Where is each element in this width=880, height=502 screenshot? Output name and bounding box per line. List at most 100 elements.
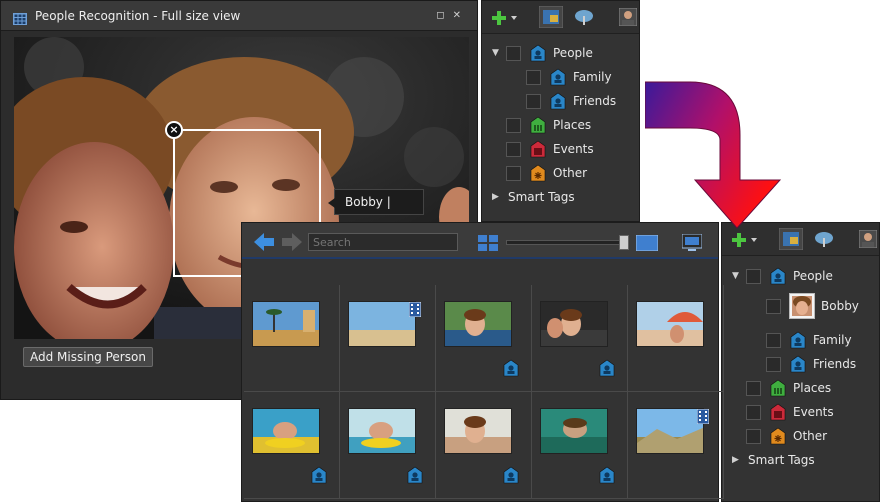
tag-row-friends[interactable]: Friends — [766, 354, 856, 374]
people-tag-icon — [530, 44, 546, 62]
thumbnail-cell[interactable] — [532, 392, 628, 499]
events-tag-icon — [530, 140, 546, 158]
tag-checkbox[interactable] — [746, 428, 761, 444]
smart-tags-label: Smart Tags — [508, 190, 575, 204]
slider-handle[interactable] — [619, 235, 629, 250]
tag-row-family[interactable]: Family — [766, 330, 852, 350]
back-arrow-icon[interactable] — [254, 233, 274, 251]
add-missing-person-button[interactable]: Add Missing Person — [23, 347, 153, 367]
thumbnail-cell[interactable] — [436, 392, 532, 499]
tag-label: Places — [793, 381, 832, 395]
smart-tags-row[interactable]: ▶ Smart Tags — [732, 450, 815, 470]
tag-checkbox[interactable] — [506, 45, 521, 61]
tag-checkbox[interactable] — [746, 268, 761, 284]
collapse-triangle-icon[interactable]: ▶ — [732, 455, 742, 465]
tag-checkbox[interactable] — [766, 332, 781, 348]
places-tag-icon — [770, 379, 786, 397]
people-tag-icon[interactable] — [599, 359, 615, 377]
thumbnail-cell[interactable] — [628, 392, 724, 499]
thumbnail-image[interactable] — [252, 301, 320, 347]
close-icon[interactable]: ✕ — [453, 10, 469, 21]
video-icon — [409, 302, 421, 317]
search-input[interactable] — [308, 233, 458, 251]
grid-view-icon — [13, 13, 27, 25]
window-title-bar[interactable]: People Recognition - Full size view ◻✕ — [1, 1, 477, 31]
people-tag-icon[interactable] — [599, 466, 615, 484]
tag-checkbox[interactable] — [506, 117, 521, 133]
maximize-icon[interactable]: ◻ — [436, 10, 452, 21]
cloud-tag-icon[interactable] — [814, 230, 834, 248]
tag-label: Bobby — [821, 299, 859, 313]
thumbnail-image[interactable] — [540, 408, 608, 454]
thumbnail-cell[interactable] — [436, 285, 532, 392]
tag-row-other[interactable]: Other — [492, 163, 587, 183]
new-tag-icon[interactable] — [492, 10, 518, 26]
forward-arrow-icon[interactable] — [282, 233, 302, 251]
tag-checkbox[interactable] — [746, 404, 761, 420]
tag-label: Other — [553, 166, 588, 180]
tag-row-family[interactable]: Family — [526, 67, 612, 87]
tag-label: Events — [553, 142, 594, 156]
tag-row-places[interactable]: Places — [732, 378, 831, 398]
thumbnail-cell[interactable] — [244, 285, 340, 392]
people-tag-icon[interactable] — [311, 466, 327, 484]
tag-lock-icon[interactable] — [539, 6, 563, 28]
tag-checkbox[interactable] — [746, 380, 761, 396]
tag-row-other[interactable]: Other — [732, 426, 827, 446]
tag-checkbox[interactable] — [506, 165, 521, 181]
tags-toolbar — [482, 1, 639, 34]
person-name-input[interactable]: Bobby | — [328, 189, 424, 215]
thumbnail-grid — [244, 285, 724, 501]
collapse-triangle-icon[interactable]: ▶ — [492, 192, 502, 202]
tag-label: Family — [813, 333, 852, 347]
tag-checkbox[interactable] — [506, 141, 521, 157]
media-browser — [241, 222, 724, 502]
thumbnail-cell[interactable] — [628, 285, 724, 392]
tag-checkbox[interactable] — [526, 69, 541, 85]
thumbnail-size-slider[interactable] — [506, 235, 629, 250]
tag-label: Events — [793, 405, 834, 419]
large-thumbnail-icon[interactable] — [636, 235, 658, 251]
people-tag-icon[interactable] — [503, 466, 519, 484]
expand-triangle-icon[interactable]: ▼ — [492, 48, 502, 58]
person-view-icon[interactable] — [859, 230, 877, 248]
thumbnail-cell[interactable] — [244, 392, 340, 499]
people-tag-icon[interactable] — [503, 359, 519, 377]
new-tag-icon[interactable] — [732, 232, 758, 248]
tag-row-bobby[interactable]: Bobby — [766, 293, 859, 319]
slideshow-icon[interactable] — [682, 234, 702, 252]
thumbnail-image[interactable] — [444, 301, 512, 347]
thumbnail-image[interactable] — [636, 301, 704, 347]
thumbnail-cell[interactable] — [340, 392, 436, 499]
thumbnail-image[interactable] — [348, 408, 416, 454]
thumbnail-image[interactable] — [252, 408, 320, 454]
thumbnail-image[interactable] — [348, 301, 416, 347]
people-tag-icon[interactable] — [407, 466, 423, 484]
tag-row-places[interactable]: Places — [492, 115, 591, 135]
tag-row-events[interactable]: Events — [492, 139, 594, 159]
tag-row-friends[interactable]: Friends — [526, 91, 616, 111]
tag-lock-icon[interactable] — [779, 228, 803, 250]
person-view-icon[interactable] — [619, 8, 637, 26]
tag-checkbox[interactable] — [766, 356, 781, 372]
thumbnail-image[interactable] — [636, 408, 704, 454]
thumbnail-image[interactable] — [444, 408, 512, 454]
smart-tags-row[interactable]: ▶ Smart Tags — [492, 187, 575, 207]
person-tag-icon — [790, 355, 806, 373]
other-tag-icon — [530, 164, 546, 182]
cloud-tag-icon[interactable] — [574, 8, 594, 26]
thumbnail-image[interactable] — [540, 301, 608, 347]
grid-thumbnail-icon[interactable] — [478, 235, 498, 251]
thumbnail-cell[interactable] — [532, 285, 628, 392]
tags-panel-top: ▼ People Family Friends Places Events Other ▶ Sm… — [481, 0, 640, 222]
person-tag-icon — [790, 331, 806, 349]
tag-row-people[interactable]: ▼ People — [732, 266, 833, 286]
thumbnail-cell[interactable] — [340, 285, 436, 392]
tag-row-events[interactable]: Events — [732, 402, 834, 422]
remove-face-icon[interactable]: × — [165, 121, 183, 139]
tag-label: Family — [573, 70, 612, 84]
tag-checkbox[interactable] — [766, 298, 781, 314]
tag-row-people[interactable]: ▼ People — [492, 43, 593, 63]
expand-triangle-icon[interactable]: ▼ — [732, 271, 742, 281]
tag-checkbox[interactable] — [526, 93, 541, 109]
